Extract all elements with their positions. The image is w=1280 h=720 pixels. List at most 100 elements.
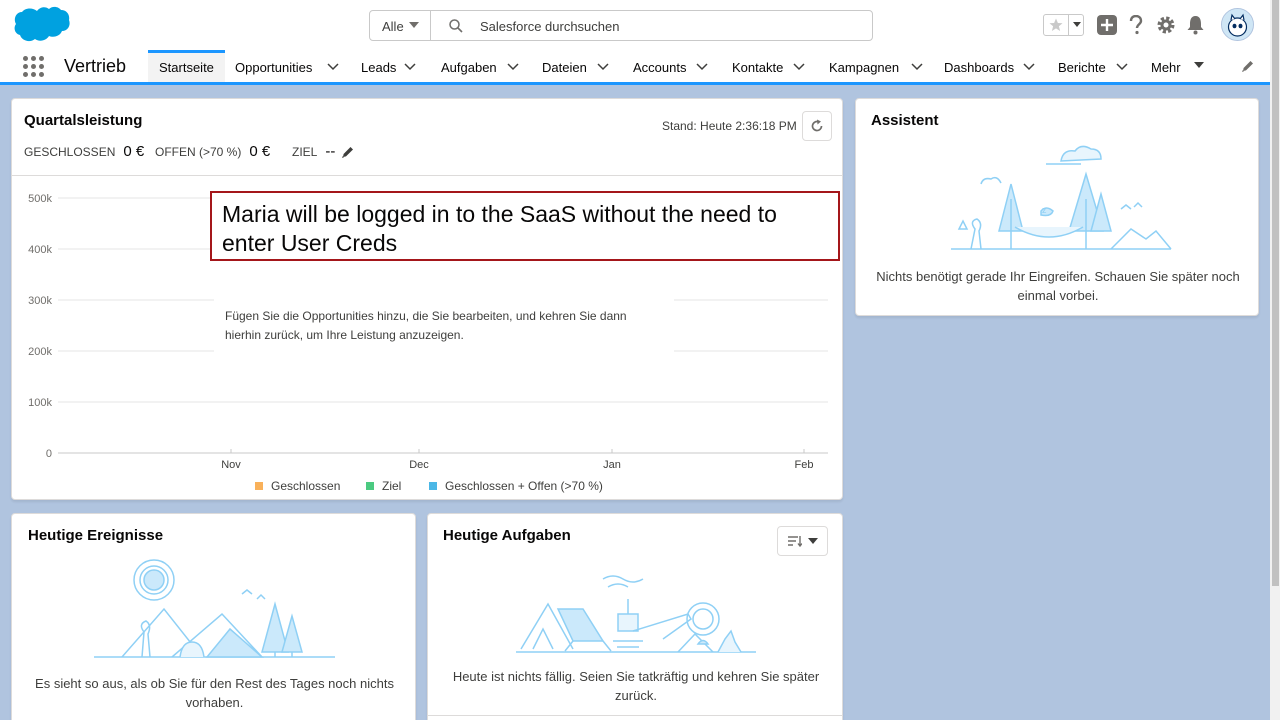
card-title: Assistent <box>871 112 939 129</box>
tab-label: Berichte <box>1058 60 1106 75</box>
refresh-button[interactable] <box>802 111 832 141</box>
todays-events-card: Heutige Ereignisse Es sieht so aus, als … <box>11 513 416 720</box>
kpi-goal-label: ZIEL <box>292 145 318 159</box>
chevron-down-icon[interactable] <box>1023 63 1035 71</box>
legend-label: Ziel <box>382 479 402 493</box>
tab-berichte[interactable]: Berichte <box>1048 50 1134 82</box>
gear-icon <box>1157 16 1175 34</box>
kpi-open: OFFEN (>70 %) 0 € <box>155 143 270 161</box>
chevron-down-icon[interactable] <box>696 63 708 71</box>
setup-button[interactable] <box>1155 14 1177 36</box>
tab-accounts[interactable]: Accounts <box>623 50 713 82</box>
tab-label: Leads <box>361 60 397 75</box>
tab-aufgaben[interactable]: Aufgaben <box>431 50 521 82</box>
salesforce-logo[interactable] <box>14 6 70 45</box>
kpi-closed-value: 0 € <box>123 143 145 160</box>
favorite-button[interactable] <box>1044 15 1068 35</box>
search-input[interactable]: Salesforce durchsuchen <box>480 19 619 34</box>
tab-opportunities[interactable]: Opportunities <box>225 50 340 82</box>
card-title: Heutige Aufgaben <box>443 527 571 544</box>
tab-label: Mehr <box>1151 60 1181 75</box>
last-refreshed-timestamp: Stand: Heute 2:36:18 PM <box>662 119 797 133</box>
navigation-bar: Vertrieb Startseite Opportunities Leads … <box>0 50 1270 85</box>
app-launcher-icon[interactable] <box>23 56 45 78</box>
x-tick-label: Nov <box>221 459 241 471</box>
refresh-icon <box>811 119 823 132</box>
todays-tasks-card: Heutige Aufgaben Heute ist nichts fällig… <box>427 513 843 720</box>
plus-icon <box>1097 15 1117 35</box>
svg-text:z: z <box>1042 205 1047 215</box>
search-icon <box>449 19 463 33</box>
chevron-down-icon[interactable] <box>597 63 609 71</box>
kpi-goal-value: -- <box>325 143 336 160</box>
chart-empty-message: Fügen Sie die Opportunities hinzu, die S… <box>214 292 674 362</box>
legend-item-closed: Geschlossen <box>255 479 340 493</box>
chevron-down-icon <box>807 537 818 544</box>
avatar[interactable] <box>1221 8 1254 41</box>
scrollbar-thumb[interactable] <box>1272 0 1279 586</box>
global-actions-button[interactable] <box>1096 14 1118 36</box>
chevron-down-icon[interactable] <box>404 63 416 71</box>
kpi-goal: ZIEL -- <box>292 143 335 161</box>
legend-swatch <box>255 482 263 490</box>
y-tick-label: 500k <box>28 193 52 205</box>
y-tick-label: 100k <box>28 397 52 409</box>
chevron-down-icon <box>409 22 419 28</box>
y-tick-label: 300k <box>28 295 52 307</box>
chevron-down-icon <box>1072 22 1081 27</box>
tab-mehr[interactable]: Mehr <box>1142 50 1208 82</box>
chevron-down-icon[interactable] <box>327 63 339 71</box>
tab-dashboards[interactable]: Dashboards <box>934 50 1040 82</box>
tab-label: Dashboards <box>944 60 1015 75</box>
chevron-down-icon[interactable] <box>1194 62 1204 69</box>
notifications-button[interactable] <box>1184 14 1206 36</box>
tab-label: Startseite <box>159 60 214 75</box>
tab-kontakte[interactable]: Kontakte <box>722 50 810 82</box>
tab-startseite[interactable]: Startseite <box>148 50 225 82</box>
chevron-down-icon[interactable] <box>1116 63 1128 71</box>
tab-dateien[interactable]: Dateien <box>532 50 612 82</box>
tab-label: Aufgaben <box>441 60 497 75</box>
favorites-group <box>1043 14 1084 36</box>
events-empty-message: Es sieht so aus, als ob Sie für den Rest… <box>35 676 394 710</box>
tab-label: Kampagnen <box>829 60 900 75</box>
search-scope-label: Alle <box>382 19 404 34</box>
bell-icon <box>1187 16 1203 35</box>
pencil-icon[interactable] <box>1241 59 1255 73</box>
x-tick-label: Dec <box>409 459 429 471</box>
star-icon <box>1049 18 1063 31</box>
annotation-callout: Maria will be logged in to the SaaS with… <box>210 191 840 261</box>
card-footer-divider <box>428 715 842 716</box>
app-name: Vertrieb <box>64 56 127 76</box>
legend-swatch <box>366 482 374 490</box>
y-tick-label: 400k <box>28 244 52 256</box>
card-divider <box>12 175 842 176</box>
legend-label: Geschlossen + Offen (>70 %) <box>445 479 603 493</box>
camping-hammock-illustration: z <box>951 145 1172 250</box>
edit-goal-pencil-icon[interactable] <box>341 145 355 159</box>
y-tick-label: 200k <box>28 346 52 358</box>
tab-label: Kontakte <box>732 60 784 75</box>
chevron-down-icon[interactable] <box>793 63 805 71</box>
quarterly-performance-card: Quartalsleistung Stand: Heute 2:36:18 PM… <box>11 98 843 500</box>
chevron-down-icon[interactable] <box>507 63 519 71</box>
task-sort-menu-button[interactable] <box>777 526 828 556</box>
tab-kampagnen[interactable]: Kampagnen <box>819 50 934 82</box>
assistant-card: Assistent z Nichts benötigt gerade Ihr E… <box>855 98 1259 316</box>
tab-label: Accounts <box>633 60 687 75</box>
legend-swatch <box>429 482 437 490</box>
favorites-list-button[interactable] <box>1068 15 1084 35</box>
kpi-closed-label: GESCHLOSSEN <box>24 145 116 159</box>
legend-item-closed-open: Geschlossen + Offen (>70 %) <box>429 479 603 493</box>
search-scope-select[interactable]: Alle <box>370 11 431 40</box>
tab-leads[interactable]: Leads <box>350 50 422 82</box>
card-title: Heutige Ereignisse <box>28 527 164 544</box>
tab-label: Opportunities <box>235 60 313 75</box>
assistant-empty-message: Nichts benötigt gerade Ihr Eingreifen. S… <box>876 269 1240 303</box>
chevron-down-icon[interactable] <box>911 63 923 71</box>
campfire-chair-illustration <box>516 575 756 653</box>
x-tick-label: Jan <box>603 459 621 471</box>
help-button[interactable] <box>1125 14 1147 36</box>
global-search: Alle Salesforce durchsuchen <box>369 10 873 41</box>
camping-tent-illustration <box>94 559 335 658</box>
